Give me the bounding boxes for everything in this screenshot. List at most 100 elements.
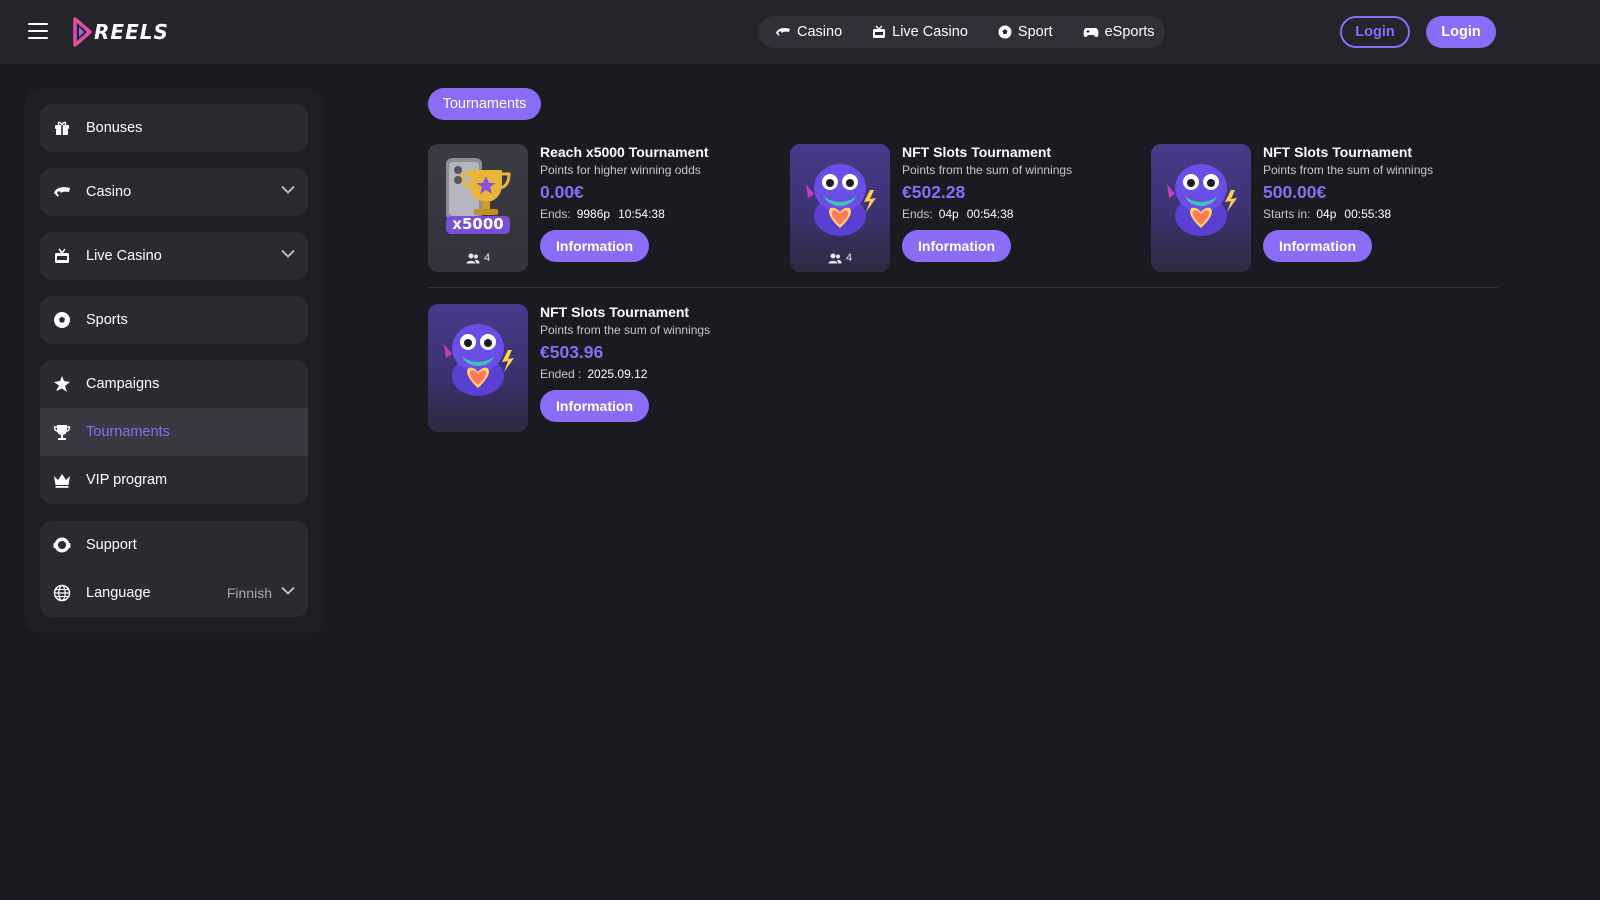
information-button[interactable]: Information <box>540 390 649 422</box>
time-label: Starts in: <box>1263 207 1311 221</box>
sidebar-group-settings: Support Language Finnish <box>40 521 308 617</box>
tournament-time: Ended : 2025.09.12 <box>540 367 770 382</box>
sidebar-item-support[interactable]: Support <box>40 521 308 569</box>
nav-esports-label: eSports <box>1104 24 1155 40</box>
tournament-prize: €502.28 <box>902 182 966 202</box>
logo-text: REELS <box>94 20 169 44</box>
sidebar-item-support-label: Support <box>86 537 137 553</box>
information-button[interactable]: Information <box>540 230 649 262</box>
nav-sport[interactable]: Sport <box>998 24 1053 40</box>
tournament-prize: 500.00€ <box>1263 182 1327 202</box>
sidebar-item-bonuses[interactable]: Bonuses <box>40 104 308 152</box>
users-icon <box>466 253 480 263</box>
tournament-card: 4 NFT Slots Tournament Points from the s… <box>790 144 1120 272</box>
login-button[interactable]: Login <box>1426 16 1496 48</box>
sidebar-item-tournaments-label: Tournaments <box>86 424 170 440</box>
sidebar-item-language[interactable]: Language Finnish <box>40 569 308 617</box>
nav-casino-label: Casino <box>797 24 843 40</box>
top-nav: Casino Live Casino Sport eSports <box>759 16 1165 48</box>
trophy-icon <box>52 422 72 442</box>
chevron-down-icon[interactable] <box>281 185 295 194</box>
time-label: Ends: <box>540 207 571 221</box>
nav-live-casino-label: Live Casino <box>892 24 968 40</box>
tournament-card: NFT Slots Tournament Points from the sum… <box>428 304 758 432</box>
sidebar-item-sports-label: Sports <box>86 312 128 328</box>
tournament-subtitle: Points from the sum of winnings <box>1263 163 1434 177</box>
sidebar-item-vip-label: VIP program <box>86 472 168 488</box>
tournament-subtitle: Points from the sum of winnings <box>540 323 711 337</box>
information-button[interactable]: Information <box>902 230 1011 262</box>
sidebar-item-campaigns[interactable]: Campaigns <box>40 360 308 408</box>
time-clock: 10:54:38 <box>618 207 665 221</box>
sidebar: Bonuses Casino Live Casino Sports Campai… <box>25 89 324 633</box>
users-icon <box>828 253 842 263</box>
gift-icon <box>52 118 72 138</box>
row-divider <box>428 287 1498 288</box>
nav-live-casino[interactable]: Live Casino <box>872 24 968 40</box>
sidebar-item-bonuses-label: Bonuses <box>86 120 143 136</box>
time-days: 04p <box>938 207 959 221</box>
tournament-card: NFT Slots Tournament Points from the sum… <box>1151 144 1481 272</box>
tournament-thumbnail[interactable]: x5000 4 <box>428 144 528 272</box>
tournament-thumbnail[interactable] <box>1151 144 1251 272</box>
globe-icon <box>52 583 72 603</box>
tournament-thumbnail[interactable]: 4 <box>790 144 890 272</box>
sidebar-item-live-casino[interactable]: Live Casino <box>40 232 308 280</box>
participants-count: 4 <box>790 252 890 264</box>
chevron-down-icon[interactable] <box>281 249 295 258</box>
tournament-time: Ends: 04p 00:54:38 <box>902 207 1132 222</box>
tournament-title: NFT Slots Tournament <box>902 144 1052 160</box>
tournament-info: Reach x5000 Tournament Points for higher… <box>540 144 770 262</box>
participants-count: 4 <box>428 252 528 264</box>
tournament-info: NFT Slots Tournament Points from the sum… <box>1263 144 1493 262</box>
tournament-thumbnail[interactable] <box>428 304 528 432</box>
menu-icon[interactable] <box>28 21 50 41</box>
tournament-prize: €503.96 <box>540 342 604 362</box>
sidebar-item-vip[interactable]: VIP program <box>40 456 308 504</box>
information-button[interactable]: Information <box>1263 230 1372 262</box>
live-casino-icon <box>52 246 72 266</box>
tournament-time: Ends: 9986p 10:54:38 <box>540 207 770 222</box>
nav-casino[interactable]: Casino <box>775 24 842 40</box>
sidebar-item-tournaments[interactable]: Tournaments <box>40 408 308 456</box>
x5000-thumb-label: x5000 <box>452 215 504 233</box>
tournament-info: NFT Slots Tournament Points from the sum… <box>902 144 1132 262</box>
participants-value: 4 <box>483 252 491 264</box>
time-days: 04p <box>1316 207 1337 221</box>
sidebar-item-casino[interactable]: Casino <box>40 168 308 216</box>
tournament-title: NFT Slots Tournament <box>1263 144 1413 160</box>
top-header: REELS Casino Live Casino Sport eSports L… <box>0 0 1600 64</box>
login-outline-button[interactable]: Login <box>1340 16 1410 48</box>
tournaments-tab[interactable]: Tournaments <box>428 88 541 120</box>
sidebar-group-casino: Casino <box>40 168 308 216</box>
tournament-info: NFT Slots Tournament Points from the sum… <box>540 304 770 422</box>
tournament-prize: 0.00€ <box>540 182 584 202</box>
nft-monster-art <box>1167 164 1237 236</box>
campaigns-icon <box>52 374 72 394</box>
soccer-ball-icon <box>998 25 1012 39</box>
crown-icon <box>52 470 72 490</box>
logo-play-icon <box>73 17 92 47</box>
time-clock: 00:55:38 <box>1344 207 1392 221</box>
tournament-title: Reach x5000 Tournament <box>540 144 709 160</box>
time-label: Ended : <box>540 367 582 381</box>
tournament-time: Starts in: 04p 00:55:38 <box>1263 207 1493 222</box>
chevron-down-icon[interactable] <box>281 586 295 595</box>
nft-monster-art <box>444 324 514 396</box>
logo[interactable]: REELS <box>72 16 169 48</box>
sidebar-item-language-label: Language <box>86 585 151 601</box>
gamepad-icon <box>1083 28 1098 38</box>
nav-esports[interactable]: eSports <box>1083 24 1155 40</box>
sidebar-item-sports[interactable]: Sports <box>40 296 308 344</box>
tournament-subtitle: Points for higher winning odds <box>540 163 701 177</box>
headset-icon <box>52 535 72 555</box>
casino-icon <box>776 28 790 36</box>
tournament-title: NFT Slots Tournament <box>540 304 690 320</box>
tournament-subtitle: Points from the sum of winnings <box>902 163 1073 177</box>
casino-icon <box>52 182 72 202</box>
participants-value: 4 <box>845 252 853 264</box>
sidebar-group-bonuses: Bonuses <box>40 104 308 152</box>
soccer-ball-icon <box>52 310 72 330</box>
language-value: Finnish <box>226 585 272 601</box>
live-casino-icon <box>873 25 886 38</box>
